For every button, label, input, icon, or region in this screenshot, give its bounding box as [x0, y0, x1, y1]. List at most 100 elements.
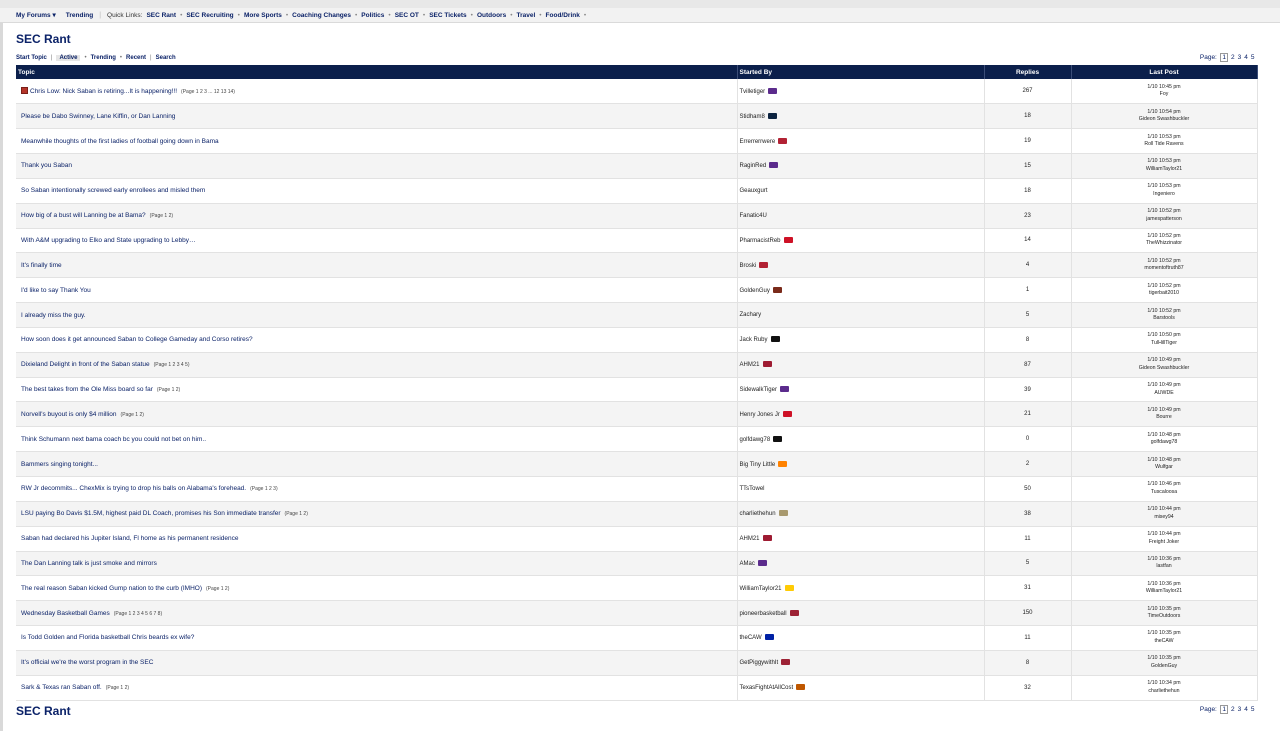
last-post-user[interactable]: AUWDE	[1072, 390, 1257, 398]
quick-link[interactable]: SEC Tickets	[429, 12, 466, 19]
topic-link[interactable]: Please be Dabo Swinney, Lane Kiffin, or …	[21, 113, 175, 120]
last-post-user[interactable]: Barstools	[1072, 315, 1257, 323]
page-link[interactable]: 4	[1244, 706, 1248, 713]
author-name[interactable]: Geauxgurt	[740, 188, 768, 194]
search-link[interactable]: Search	[156, 55, 176, 61]
page-link[interactable]: 3	[1238, 706, 1242, 713]
author-name[interactable]: TexasFightAtAllCost	[740, 685, 794, 691]
last-post-time[interactable]: 1/10 10:44 pm	[1072, 531, 1257, 539]
last-post-time[interactable]: 1/10 10:49 pm	[1072, 382, 1257, 390]
topic-link[interactable]: Dixieland Delight in front of the Saban …	[21, 361, 150, 368]
quick-link[interactable]: SEC Recruiting	[186, 12, 233, 19]
quick-link[interactable]: Coaching Changes	[292, 12, 351, 19]
last-post-user[interactable]: Gideon Swashbuckler	[1072, 116, 1257, 124]
topic-page-links[interactable]: (Page 1 2)	[150, 213, 173, 219]
last-post-user[interactable]: Roll Tide Ravens	[1072, 141, 1257, 149]
author-name[interactable]: AHM21	[740, 362, 760, 368]
author-name[interactable]: GetPiggywithIt	[740, 660, 779, 666]
subnav-trending-link[interactable]: Trending	[91, 55, 116, 61]
topic-link[interactable]: The real reason Saban kicked Gump nation…	[21, 585, 202, 592]
active-link[interactable]: Active	[56, 55, 81, 61]
author-name[interactable]: TTsTowel	[740, 486, 765, 492]
author-name[interactable]: Jack Ruby	[740, 337, 768, 343]
topic-page-links[interactable]: (Page 1 2 3)	[250, 486, 278, 492]
footer-title[interactable]: SEC Rant	[16, 704, 71, 718]
topic-page-links[interactable]: (Page 1 2 3 4 5)	[154, 362, 190, 368]
last-post-time[interactable]: 1/10 10:34 pm	[1072, 680, 1257, 688]
topic-link[interactable]: Norvell's buyout is only $4 million	[21, 411, 117, 418]
topic-link[interactable]: How soon does it get announced Saban to …	[21, 336, 253, 343]
last-post-time[interactable]: 1/10 10:50 pm	[1072, 332, 1257, 340]
last-post-time[interactable]: 1/10 10:45 pm	[1072, 84, 1257, 92]
topic-link[interactable]: It's official we're the worst program in…	[21, 659, 153, 666]
last-post-time[interactable]: 1/10 10:36 pm	[1072, 556, 1257, 564]
last-post-time[interactable]: 1/10 10:35 pm	[1072, 606, 1257, 614]
last-post-user[interactable]: theCAW	[1072, 638, 1257, 646]
topic-link[interactable]: Saban had declared his Jupiter Island, F…	[21, 535, 239, 542]
topic-link[interactable]: RW Jr decommits... ChexMix is trying to …	[21, 485, 246, 492]
topic-link[interactable]: Wednesday Basketball Games	[21, 610, 110, 617]
page-link[interactable]: 4	[1244, 54, 1248, 61]
last-post-time[interactable]: 1/10 10:49 pm	[1072, 407, 1257, 415]
author-name[interactable]: Henry Jones Jr	[740, 412, 780, 418]
last-post-time[interactable]: 1/10 10:48 pm	[1072, 457, 1257, 465]
last-post-time[interactable]: 1/10 10:53 pm	[1072, 134, 1257, 142]
last-post-user[interactable]: tigerbait2010	[1072, 290, 1257, 298]
last-post-user[interactable]: TulHillTiger	[1072, 340, 1257, 348]
column-header-topic[interactable]: Topic	[16, 65, 738, 79]
quick-link[interactable]: SEC OT	[395, 12, 419, 19]
topic-link[interactable]: LSU paying Bo Davis $1.5M, highest paid …	[21, 510, 281, 517]
column-header-replies[interactable]: Replies	[984, 65, 1072, 79]
author-name[interactable]: Tvilletiger	[740, 89, 766, 95]
start-topic-link[interactable]: Start Topic	[16, 55, 47, 61]
author-name[interactable]: theCAW	[740, 635, 762, 641]
topic-link[interactable]: So Saban intentionally screwed early enr…	[21, 187, 205, 194]
last-post-time[interactable]: 1/10 10:44 pm	[1072, 506, 1257, 514]
page-link[interactable]: 2	[1231, 706, 1235, 713]
topic-link[interactable]: Think Schumann next bama coach bc you co…	[21, 436, 206, 443]
quick-link[interactable]: Travel	[516, 12, 535, 19]
page-link[interactable]: 3	[1238, 54, 1242, 61]
topic-page-links[interactable]: (Page 1 2)	[121, 412, 144, 418]
last-post-time[interactable]: 1/10 10:53 pm	[1072, 158, 1257, 166]
author-name[interactable]: Big Tiny Little	[740, 462, 776, 468]
topic-link[interactable]: Is Todd Golden and Florida basketball Ch…	[21, 634, 194, 641]
author-name[interactable]: pioneerbasketball	[740, 611, 787, 617]
author-name[interactable]: Zachary	[740, 312, 762, 318]
topic-link[interactable]: It's finally time	[21, 262, 62, 269]
quick-link[interactable]: SEC Rant	[146, 12, 176, 19]
last-post-user[interactable]: Bourre	[1072, 414, 1257, 422]
topic-link[interactable]: Bammers singing tonight...	[21, 461, 98, 468]
trending-link[interactable]: Trending	[66, 12, 93, 19]
last-post-time[interactable]: 1/10 10:46 pm	[1072, 481, 1257, 489]
last-post-time[interactable]: 1/10 10:48 pm	[1072, 432, 1257, 440]
author-name[interactable]: Stidham8	[740, 114, 765, 120]
topic-page-links[interactable]: (Page 1 2 3 4 5 6 7 8)	[114, 611, 162, 617]
last-post-user[interactable]: TimeOutdoors	[1072, 613, 1257, 621]
last-post-user[interactable]: Ingeniero	[1072, 191, 1257, 199]
author-name[interactable]: AHM21	[740, 536, 760, 542]
topic-link[interactable]: Sark & Texas ran Saban off.	[21, 684, 102, 691]
author-name[interactable]: golfdawg78	[740, 437, 771, 443]
topic-link[interactable]: Chris Low: Nick Saban is retiring...It i…	[30, 88, 177, 95]
last-post-time[interactable]: 1/10 10:49 pm	[1072, 357, 1257, 365]
page-link[interactable]: 5	[1251, 706, 1255, 713]
column-header-started-by[interactable]: Started By	[737, 65, 985, 79]
last-post-user[interactable]: GoldenGuy	[1072, 663, 1257, 671]
last-post-time[interactable]: 1/10 10:52 pm	[1072, 208, 1257, 216]
author-name[interactable]: SidewalkTiger	[740, 387, 777, 393]
topic-link[interactable]: I already miss the guy.	[21, 312, 86, 319]
last-post-user[interactable]: lastfan	[1072, 563, 1257, 571]
topic-page-links[interactable]: (Page 1 2)	[285, 511, 308, 517]
last-post-time[interactable]: 1/10 10:52 pm	[1072, 308, 1257, 316]
last-post-user[interactable]: charliethehun	[1072, 688, 1257, 696]
topic-link[interactable]: Meanwhile thoughts of the first ladies o…	[21, 138, 219, 145]
topic-link[interactable]: I'd like to say Thank You	[21, 287, 91, 294]
last-post-user[interactable]: jamespatterson	[1072, 216, 1257, 224]
author-name[interactable]: Broski	[740, 263, 757, 269]
author-name[interactable]: WilliamTaylor21	[740, 586, 782, 592]
last-post-user[interactable]: Wulfgar	[1072, 464, 1257, 472]
last-post-user[interactable]: WilliamTaylor21	[1072, 588, 1257, 596]
topic-link[interactable]: Thank you Saban	[21, 162, 72, 169]
topic-link[interactable]: With A&M upgrading to Elko and State upg…	[21, 237, 196, 244]
